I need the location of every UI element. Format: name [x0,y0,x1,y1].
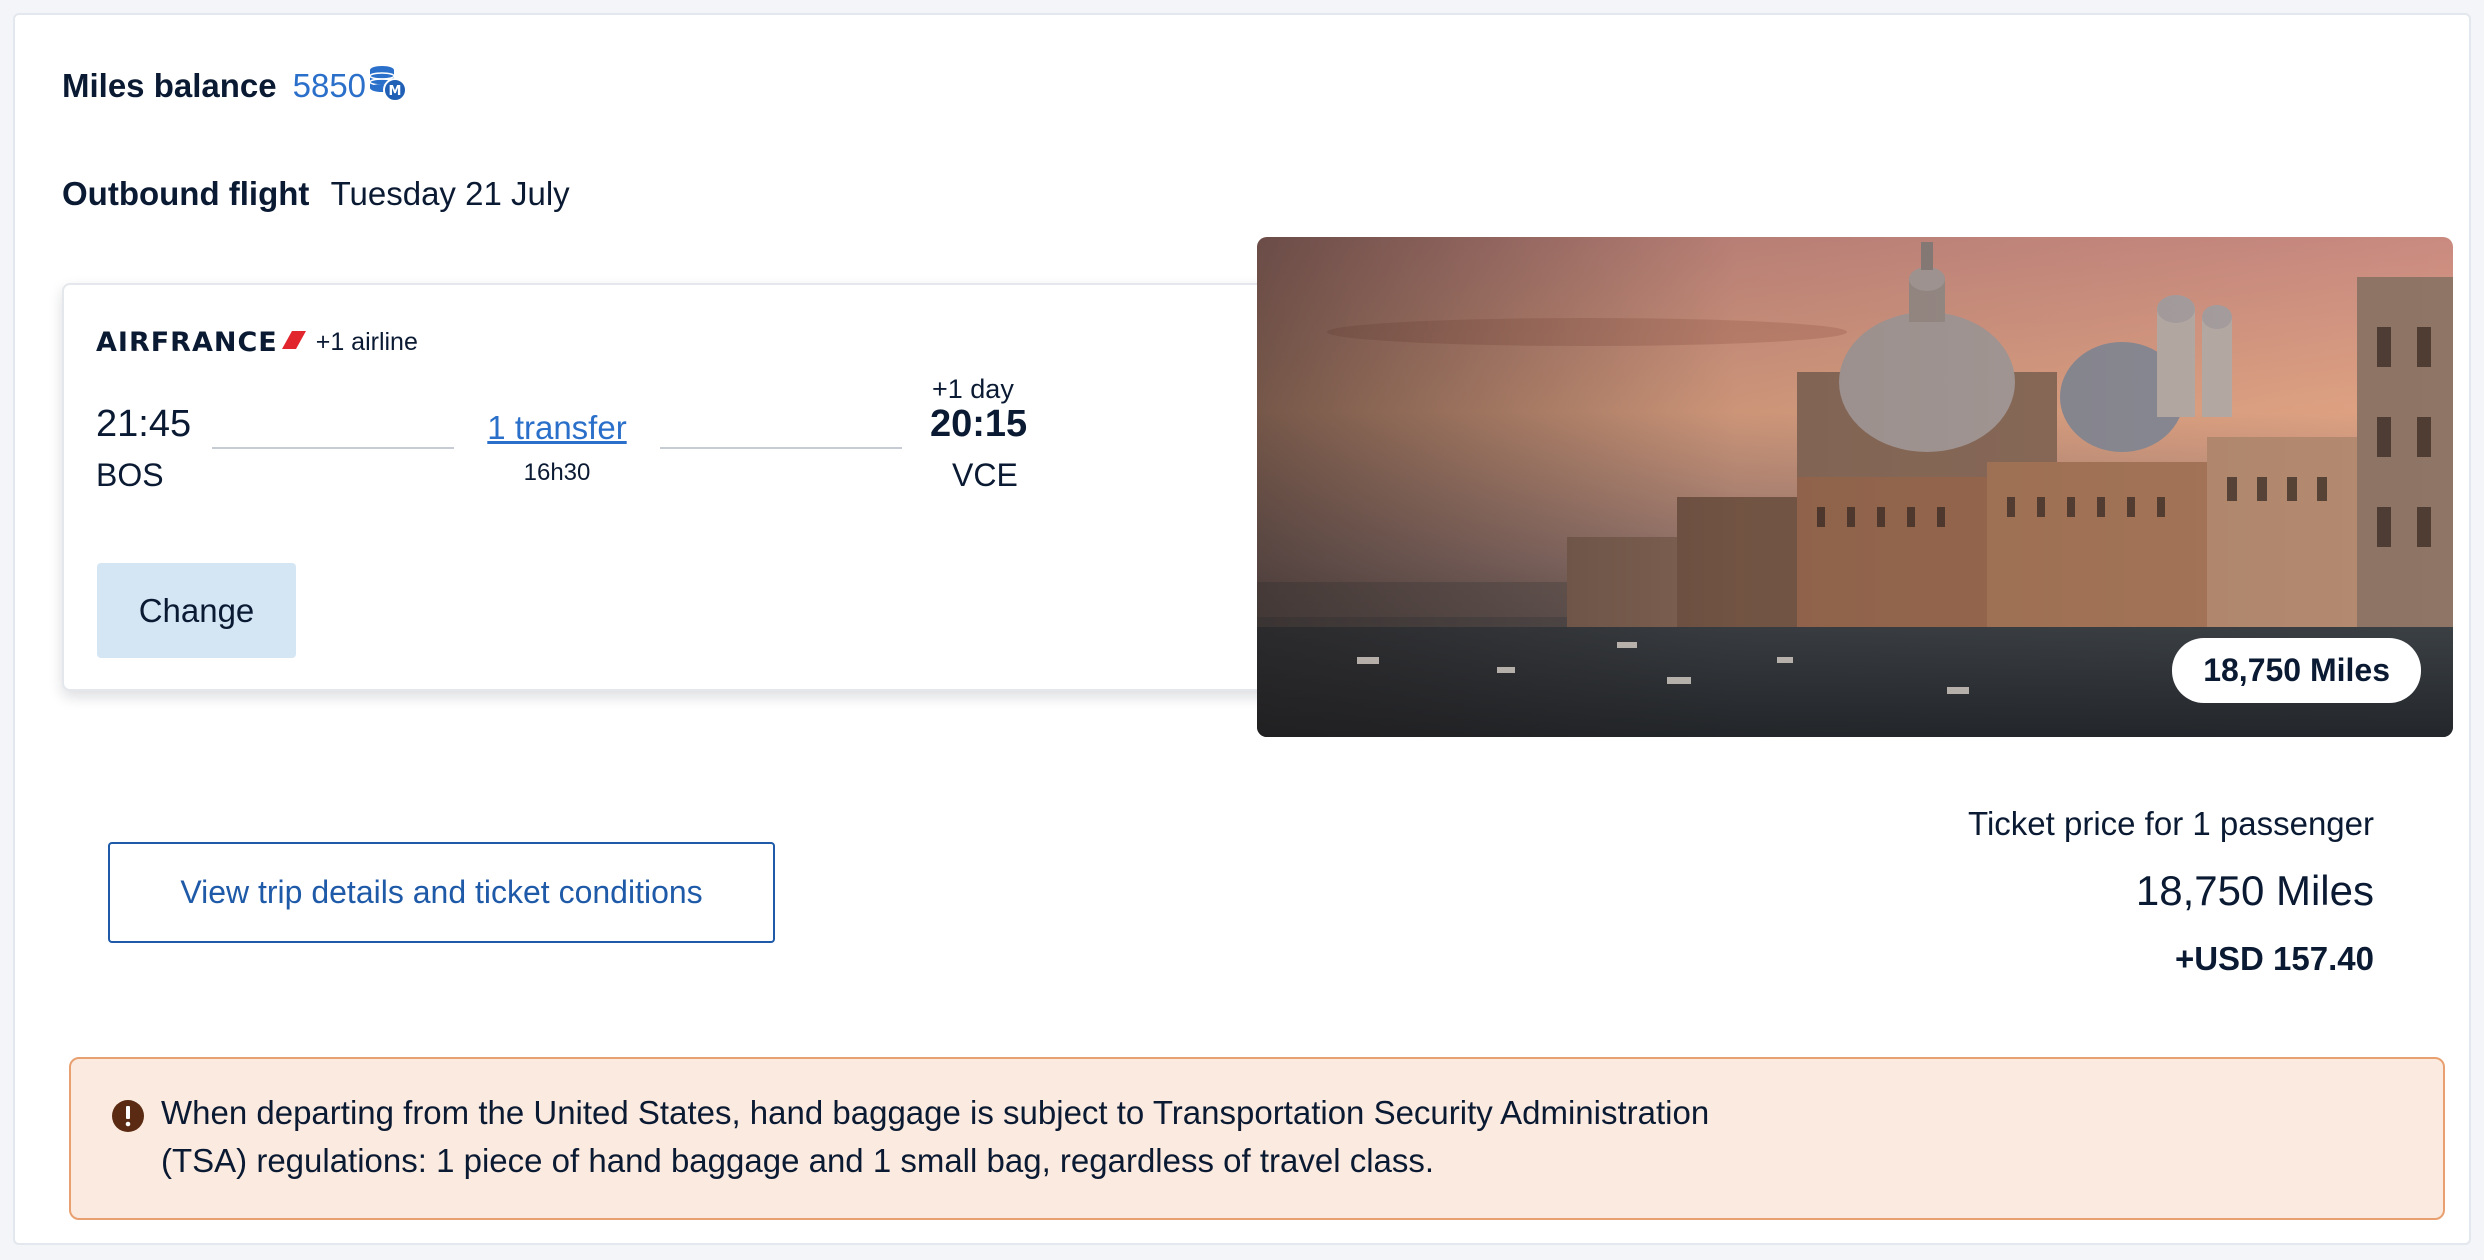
departure-time: 21:45 [96,403,192,445]
change-button[interactable]: Change [97,563,296,658]
alert-icon [111,1099,145,1138]
booking-summary-panel: Miles balance 5850 M Outbound flight Tue… [13,13,2471,1245]
transfer-link[interactable]: 1 transfer [484,409,630,447]
arrival-time: 20:15 [930,403,1028,445]
miles-coins-icon: M [366,61,408,111]
flight-card: AIRFRANCE +1 airline 21:45 BOS 1 transfe… [62,283,1362,691]
destination-image: 18,750 Miles [1257,237,2453,737]
svg-text:M: M [389,84,402,99]
flight-duration: 16h30 [523,459,591,486]
route-line-right [660,447,902,449]
departure-airport: BOS [96,457,164,493]
miles-balance-value: 5850 [292,67,367,104]
extra-airlines: +1 airline [315,328,418,356]
destination-price-badge: 18,750 Miles [2172,638,2421,703]
airline-info: AIRFRANCE +1 airline [96,327,418,358]
view-trip-details-button[interactable]: View trip details and ticket conditions [108,842,775,943]
outbound-date: Tuesday 21 July [330,175,570,212]
notice-text: When departing from the United States, h… [161,1094,1710,1179]
outbound-heading: Outbound flight Tuesday 21 July [62,175,570,213]
ticket-price-cash: +USD 157.40 [2174,940,2374,977]
airfrance-slash-icon [281,329,308,356]
day-offset: +1 day [932,374,1014,404]
outbound-label: Outbound flight [62,175,310,212]
miles-balance: Miles balance 5850 M [62,61,408,111]
route-line-left [212,447,454,449]
ticket-price-miles: 18,750 Miles [2135,867,2374,914]
airline-logo: AIRFRANCE [96,327,278,358]
tsa-notice: When departing from the United States, h… [69,1057,2445,1220]
ticket-price-label: Ticket price for 1 passenger [1968,805,2374,842]
arrival-airport: VCE [952,457,1018,493]
miles-balance-label: Miles balance [62,67,277,104]
